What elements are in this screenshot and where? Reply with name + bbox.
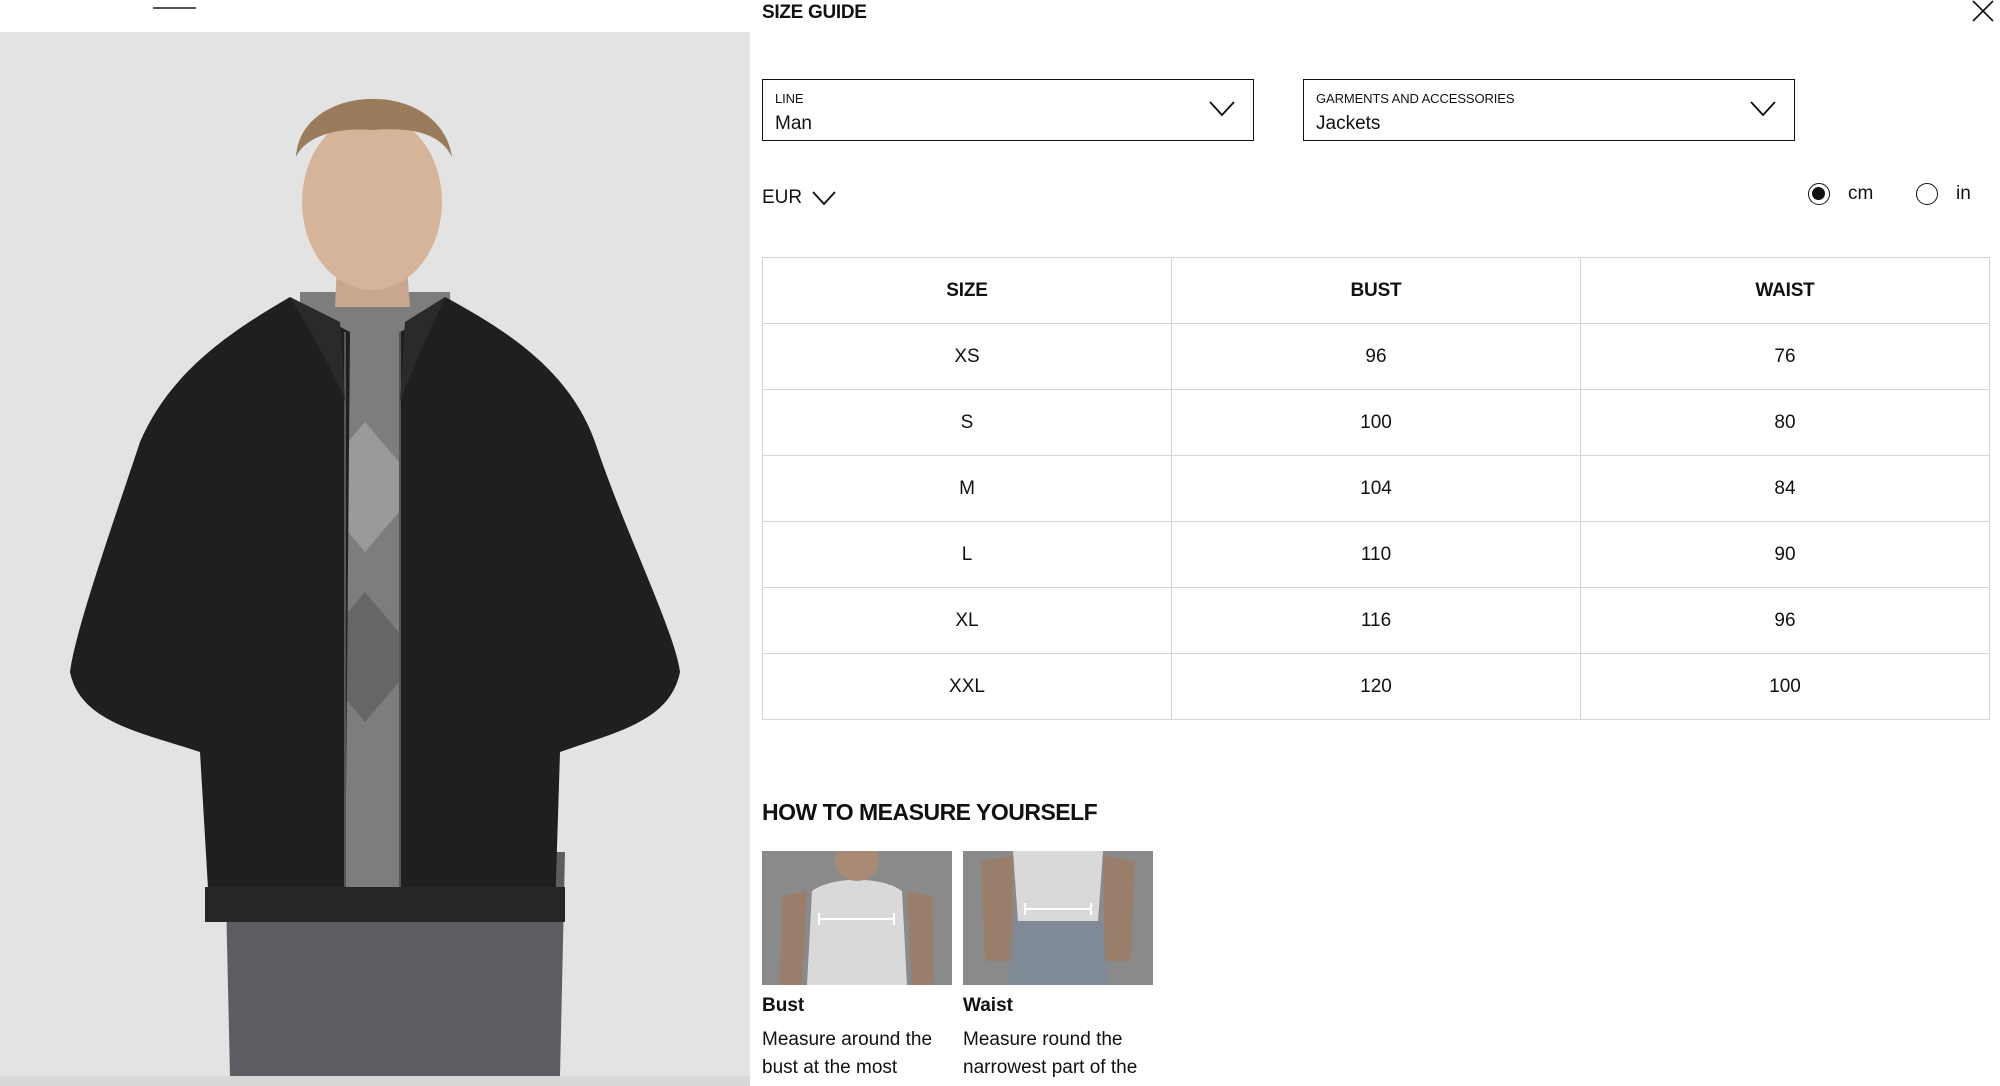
unit-option-cm[interactable]: cm [1808, 183, 1873, 205]
table-header-row: SIZE BUST WAIST [762, 257, 1990, 324]
size-cell: XXL [762, 653, 1172, 720]
column-header-waist: WAIST [1580, 257, 1990, 324]
waist-cell: 96 [1580, 587, 1990, 654]
waist-cell: 84 [1580, 455, 1990, 522]
bust-measure-name: Bust [762, 995, 805, 1016]
garments-select-value: Jackets [1316, 113, 1381, 134]
waist-cell: 90 [1580, 521, 1990, 588]
bust-measure-image [762, 851, 952, 985]
model-wearing-jacket-image [0, 32, 750, 1076]
photo-top-bar [0, 0, 750, 32]
table-row: XL 116 96 [762, 587, 1990, 654]
table-row: XXL 120 100 [762, 653, 1990, 720]
unit-label-cm: cm [1848, 183, 1874, 204]
close-icon [1972, 0, 1994, 22]
size-guide-panel: SIZE GUIDE LINE Man GARMENTS AND ACCESSO… [750, 0, 2000, 1086]
unit-label-in: in [1956, 183, 1971, 204]
size-guide-title: SIZE GUIDE [762, 2, 867, 23]
measure-card-bust: Bust Measure around the bust at the most [762, 851, 952, 1082]
how-to-measure-title: HOW TO MEASURE YOURSELF [762, 799, 1098, 825]
waist-cell: 80 [1580, 389, 1990, 456]
photo-bottom-bar [0, 1076, 750, 1086]
image-indicator [153, 7, 196, 9]
chevron-down-icon [1209, 101, 1235, 117]
chevron-down-icon [1750, 101, 1776, 117]
line-select-value: Man [775, 113, 812, 134]
line-select-label: LINE [775, 91, 804, 106]
column-header-size: SIZE [762, 257, 1172, 324]
unit-option-in[interactable]: in [1916, 183, 1971, 205]
waist-measure-image [963, 851, 1153, 985]
bust-cell: 100 [1171, 389, 1581, 456]
size-cell: XS [762, 323, 1172, 390]
table-row: L 110 90 [762, 521, 1990, 588]
close-button[interactable] [1970, 0, 1996, 22]
radio-unselected-icon [1916, 183, 1938, 205]
bust-cell: 120 [1171, 653, 1581, 720]
bust-cell: 96 [1171, 323, 1581, 390]
size-cell: L [762, 521, 1172, 588]
bust-cell: 116 [1171, 587, 1581, 654]
size-cell: S [762, 389, 1172, 456]
currency-selector[interactable]: EUR [762, 187, 836, 209]
waist-measure-name: Waist [963, 995, 1013, 1016]
chevron-down-icon [812, 191, 836, 206]
table-row: S 100 80 [762, 389, 1990, 456]
radio-selected-icon [1808, 183, 1830, 205]
size-cell: M [762, 455, 1172, 522]
garments-select[interactable]: GARMENTS AND ACCESSORIES Jackets [1303, 79, 1795, 141]
waist-cell: 100 [1580, 653, 1990, 720]
waist-cell: 76 [1580, 323, 1990, 390]
table-row: M 104 84 [762, 455, 1990, 522]
product-photo [0, 0, 750, 1086]
table-row: XS 96 76 [762, 323, 1990, 390]
waist-measure-description: Measure round the narrowest part of the [963, 1029, 1138, 1078]
size-cell: XL [762, 587, 1172, 654]
measure-card-waist: Waist Measure round the narrowest part o… [963, 851, 1153, 1082]
garments-select-label: GARMENTS AND ACCESSORIES [1316, 91, 1515, 106]
line-select[interactable]: LINE Man [762, 79, 1254, 141]
bust-measure-description: Measure around the bust at the most [762, 1029, 933, 1078]
bust-cell: 110 [1171, 521, 1581, 588]
currency-value: EUR [762, 187, 803, 208]
column-header-bust: BUST [1171, 257, 1581, 324]
bust-cell: 104 [1171, 455, 1581, 522]
size-table: SIZE BUST WAIST XS 96 76 S 100 80 M 104 … [762, 257, 1990, 720]
